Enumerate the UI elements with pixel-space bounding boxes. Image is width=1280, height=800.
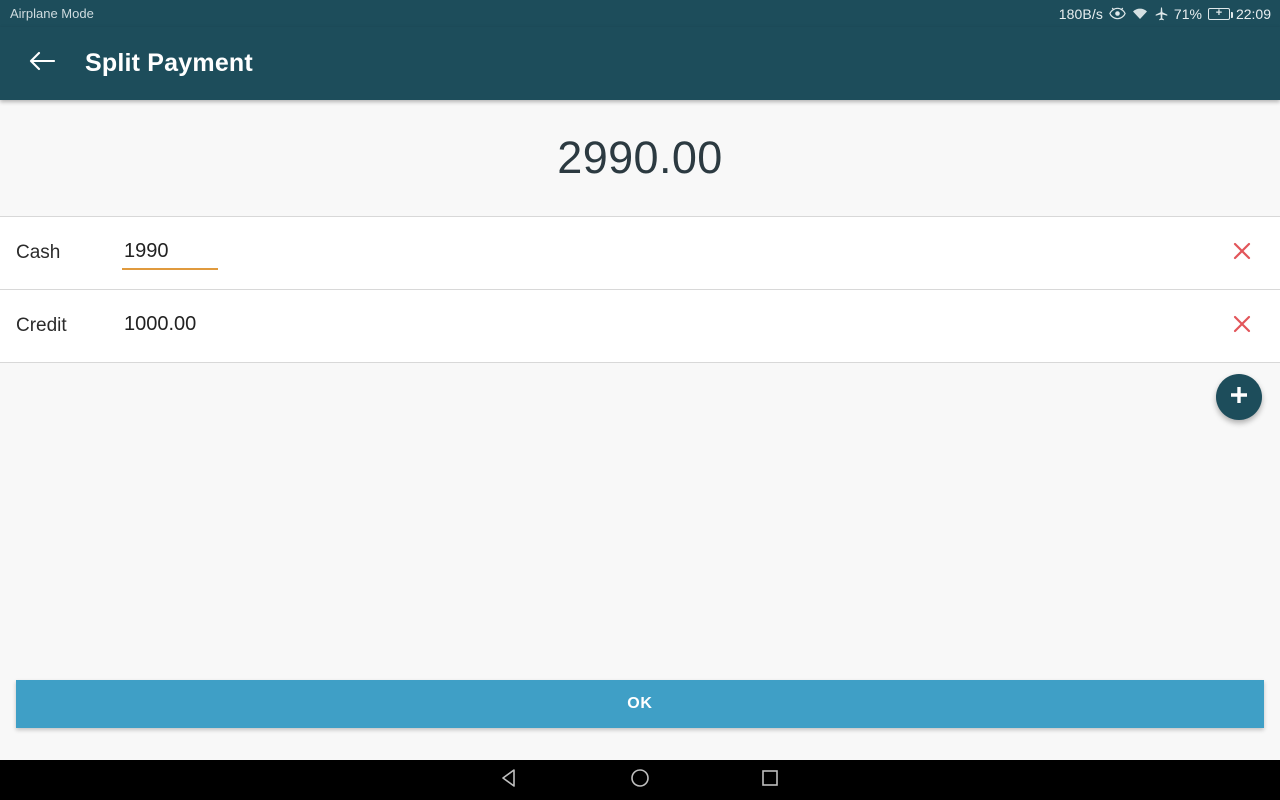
nav-home-button[interactable] bbox=[616, 760, 664, 800]
ok-button[interactable]: OK bbox=[16, 680, 1264, 728]
close-icon bbox=[1231, 240, 1253, 267]
payment-amount-input[interactable]: 1000.00 bbox=[122, 311, 216, 342]
table-row[interactable]: Cash 1990 bbox=[0, 217, 1280, 290]
total-amount-section: 2990.00 bbox=[0, 100, 1280, 217]
status-bar: Airplane Mode 180B/s 71% + 22:09 bbox=[0, 0, 1280, 27]
battery-plus-glyph: + bbox=[1215, 6, 1223, 19]
fab-area bbox=[0, 363, 1280, 473]
delete-row-button[interactable] bbox=[1227, 311, 1257, 341]
eye-icon bbox=[1109, 7, 1126, 20]
nav-back-button[interactable] bbox=[486, 760, 534, 800]
circle-home-icon bbox=[629, 767, 651, 794]
payment-amount-field-wrap: 1000.00 bbox=[122, 311, 216, 342]
status-bar-right: 180B/s 71% + 22:09 bbox=[1059, 7, 1271, 21]
close-icon bbox=[1231, 313, 1253, 340]
plus-icon bbox=[1227, 383, 1251, 412]
square-recents-icon bbox=[759, 767, 781, 794]
add-payment-button[interactable] bbox=[1216, 374, 1262, 420]
battery-charging-icon: + bbox=[1207, 6, 1233, 20]
payment-amount-input[interactable]: 1990 bbox=[122, 238, 216, 269]
payment-method-label: Cash bbox=[16, 242, 61, 263]
android-navigation-bar bbox=[0, 760, 1280, 800]
battery-percent-label: 71% bbox=[1173, 5, 1202, 22]
back-button[interactable] bbox=[18, 40, 66, 88]
airplane-mode-label: Airplane Mode bbox=[10, 6, 94, 21]
nav-recents-button[interactable] bbox=[746, 760, 794, 800]
wifi-icon bbox=[1132, 7, 1148, 20]
status-bar-left: Airplane Mode bbox=[10, 7, 94, 20]
arrow-left-icon bbox=[29, 50, 56, 77]
payment-rows-list: Cash 1990 Credit 1000.00 bbox=[0, 217, 1280, 363]
delete-row-button[interactable] bbox=[1227, 238, 1257, 268]
content-area: 2990.00 Cash 1990 Credit 1000.00 OK bbox=[0, 100, 1280, 760]
input-focus-underline bbox=[122, 267, 218, 270]
app-bar: Split Payment bbox=[0, 27, 1280, 100]
clock-label: 22:09 bbox=[1235, 5, 1271, 22]
table-row[interactable]: Credit 1000.00 bbox=[0, 290, 1280, 363]
airplane-icon bbox=[1154, 7, 1168, 21]
triangle-back-icon bbox=[499, 767, 521, 794]
page-title: Split Payment bbox=[85, 49, 253, 77]
screen-root: Airplane Mode 180B/s 71% + 22:09 Split P… bbox=[0, 0, 1280, 800]
network-speed-label: 180B/s bbox=[1058, 5, 1103, 22]
payment-amount-field-wrap: 1990 bbox=[122, 238, 218, 270]
payment-method-label: Credit bbox=[16, 315, 67, 336]
total-amount-value: 2990.00 bbox=[557, 132, 723, 183]
